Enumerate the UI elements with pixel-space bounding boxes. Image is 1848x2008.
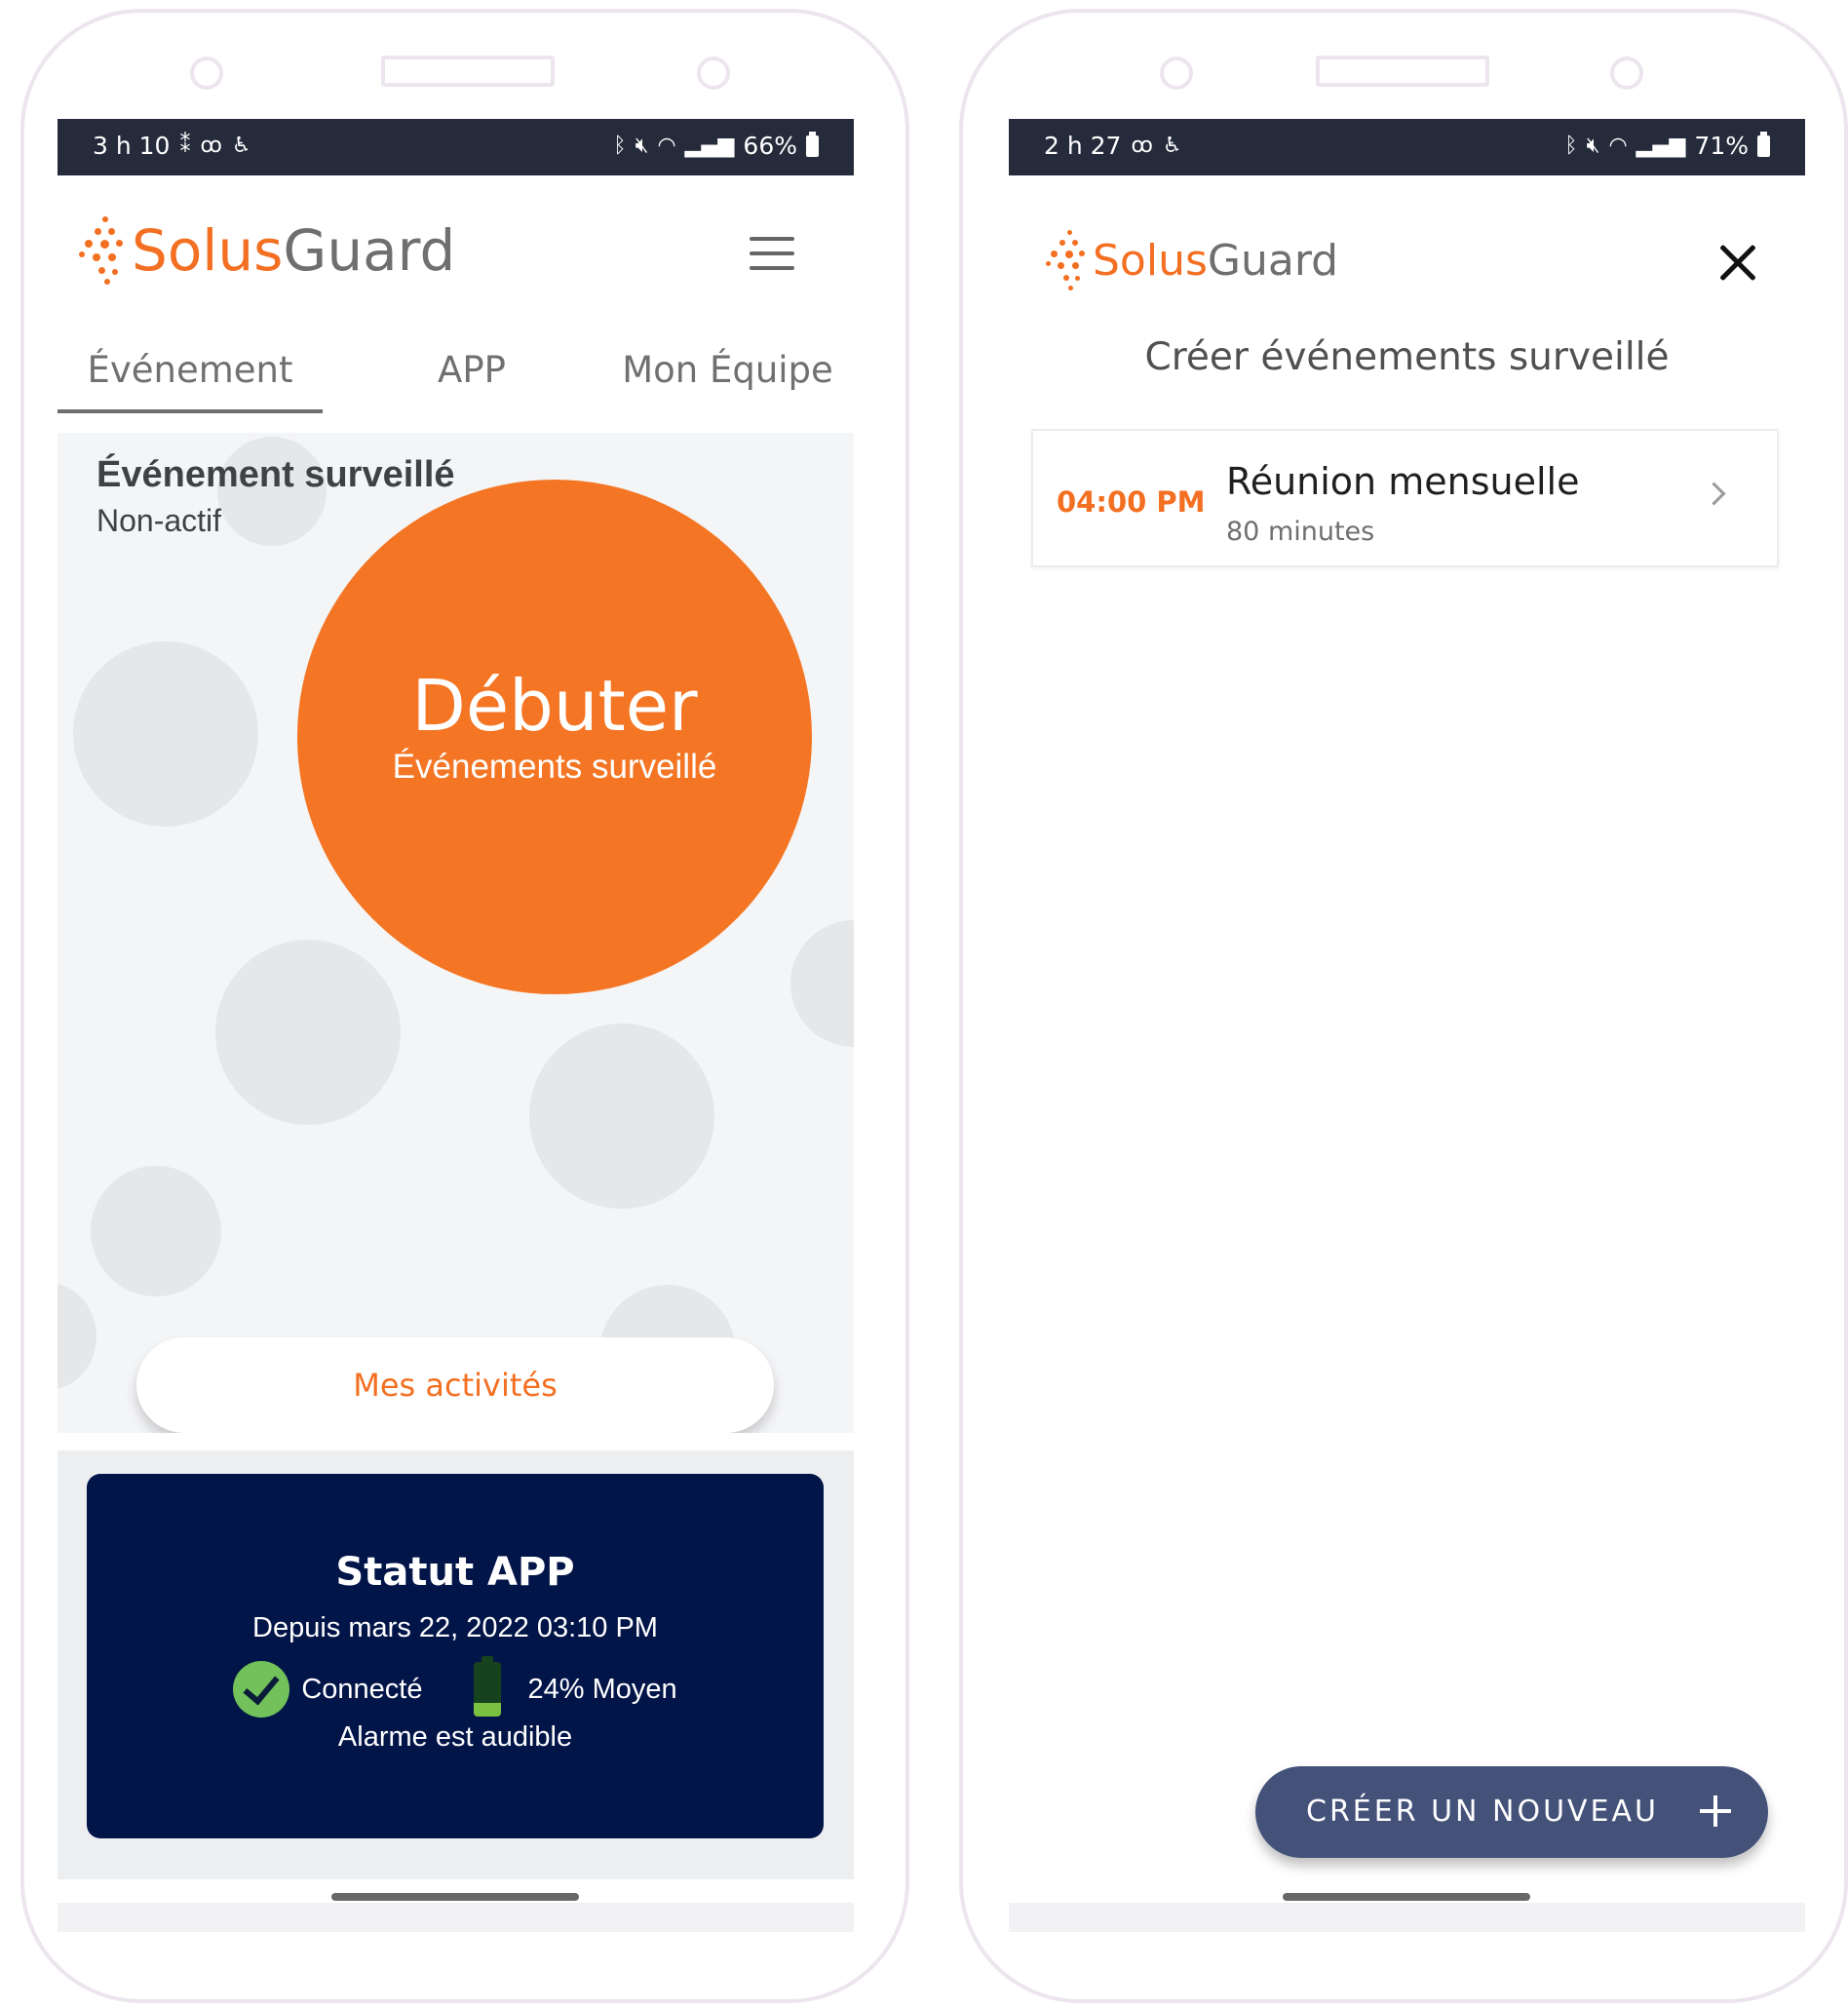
signal-icon: ▂▄▆	[684, 134, 735, 158]
screen-event-home: 3 h 10 ⁑ ꝏ ♿ ᛒ 🔇︎ ◠ ▂▄▆ 66% SolusGuard É…	[58, 119, 854, 1932]
earpiece-speaker	[381, 56, 555, 87]
status-section: Statut APP Depuis mars 22, 2022 03:10 PM…	[58, 1450, 854, 1879]
logo-dots-icon	[1046, 228, 1091, 292]
status-title: Statut APP	[335, 1550, 575, 1595]
battery-icon	[806, 131, 819, 157]
earpiece-speaker	[1316, 56, 1489, 87]
voicemail-icon: ꝏ	[200, 134, 222, 158]
decor-bubble	[215, 940, 401, 1125]
front-camera	[697, 57, 730, 90]
connection-status: Connecté	[301, 1673, 423, 1705]
mute-icon: 🔇︎	[635, 134, 649, 158]
menu-icon[interactable]	[750, 237, 794, 272]
start-event-button[interactable]: Débuter Événements surveillé	[297, 480, 812, 994]
app-status-card: Statut APP Depuis mars 22, 2022 03:10 PM…	[87, 1474, 824, 1838]
bluetooth-icon: ᛒ	[613, 134, 627, 158]
front-sensor	[1160, 57, 1193, 90]
status-since: Depuis mars 22, 2022 03:10 PM	[252, 1612, 658, 1643]
app-logo: SolusGuard	[79, 214, 455, 287]
active-tab-indicator	[58, 409, 323, 413]
tab-evenement[interactable]: Événement	[58, 349, 323, 391]
screen-create-event: 2 h 27 ꝏ ♿ ᛒ 🔇︎ ◠ ▂▄▆ 71% SolusGuard Cré…	[1009, 119, 1805, 1932]
logo-text-guard: Guard	[1207, 235, 1339, 286]
home-indicator[interactable]	[1283, 1893, 1530, 1901]
start-button-title: Débuter	[411, 665, 698, 747]
tab-mon-equipe[interactable]: Mon Équipe	[603, 349, 852, 391]
close-icon[interactable]	[1718, 243, 1757, 282]
event-time: 04:00 PM	[1057, 485, 1206, 519]
battery-icon	[1757, 131, 1770, 157]
logo-text-guard: Guard	[283, 217, 456, 284]
create-new-button[interactable]: CRÉER UN NOUVEAU	[1255, 1766, 1768, 1858]
battery-percent: 66%	[743, 132, 797, 160]
voicemail-icon: ꝏ	[1131, 134, 1153, 158]
event-title: Événement surveillé	[96, 454, 455, 495]
nav-area	[1009, 1903, 1805, 1932]
chevron-right-icon	[1702, 482, 1726, 506]
my-activities-button[interactable]: Mes activités	[136, 1337, 774, 1433]
status-row: Connecté 24% Moyen	[87, 1656, 824, 1718]
accessibility-icon: ♿	[1162, 134, 1182, 158]
alarm-status: Alarme est audible	[337, 1721, 573, 1753]
event-duration: 80 minutes	[1226, 517, 1375, 547]
home-indicator[interactable]	[331, 1893, 579, 1901]
decor-bubble	[91, 1166, 221, 1296]
create-new-label: CRÉER UN NOUVEAU	[1306, 1795, 1659, 1829]
status-time: 2 h 27	[1044, 132, 1122, 160]
event-name: Réunion mensuelle	[1226, 460, 1580, 503]
wifi-icon: ◠	[657, 134, 676, 158]
decor-bubble	[73, 641, 258, 827]
event-list-item[interactable]: 04:00 PM Réunion mensuelle 80 minutes	[1031, 429, 1779, 567]
nav-area	[58, 1903, 854, 1932]
tab-app[interactable]: APP	[399, 349, 545, 391]
battery-level-icon	[473, 1656, 501, 1717]
decor-bubble	[58, 1283, 96, 1390]
decor-bubble	[790, 920, 854, 1047]
event-panel: Événement surveillé Non-actif Débuter Év…	[58, 433, 854, 1433]
wifi-icon: ◠	[1608, 134, 1628, 158]
battery-percent: 71%	[1694, 132, 1749, 160]
signal-icon: ▂▄▆	[1636, 134, 1686, 158]
front-sensor	[190, 57, 223, 90]
page-title: Créer événements surveillé	[1144, 335, 1670, 379]
logo-dots-icon	[79, 214, 130, 287]
app-logo: SolusGuard	[1046, 228, 1338, 292]
decor-bubble	[529, 1023, 714, 1209]
signal-activity-icon: ⁑	[179, 134, 191, 158]
mute-icon: 🔇︎	[1586, 134, 1600, 158]
plus-icon	[1700, 1796, 1731, 1827]
start-button-subtitle: Événements surveillé	[392, 748, 717, 786]
event-state: Non-actif	[96, 503, 222, 538]
battery-status: 24% Moyen	[527, 1673, 677, 1705]
accessibility-icon: ♿	[231, 134, 251, 158]
bluetooth-icon: ᛒ	[1564, 134, 1578, 158]
logo-text-solus: Solus	[1093, 235, 1208, 286]
front-camera	[1610, 57, 1643, 90]
status-time: 3 h 10	[93, 132, 171, 160]
status-bar: 3 h 10 ⁑ ꝏ ♿ ᛒ 🔇︎ ◠ ▂▄▆ 66%	[58, 119, 854, 175]
logo-text-solus: Solus	[132, 217, 284, 284]
check-circle-icon	[233, 1661, 290, 1718]
status-bar: 2 h 27 ꝏ ♿ ᛒ 🔇︎ ◠ ▂▄▆ 71%	[1009, 119, 1805, 175]
